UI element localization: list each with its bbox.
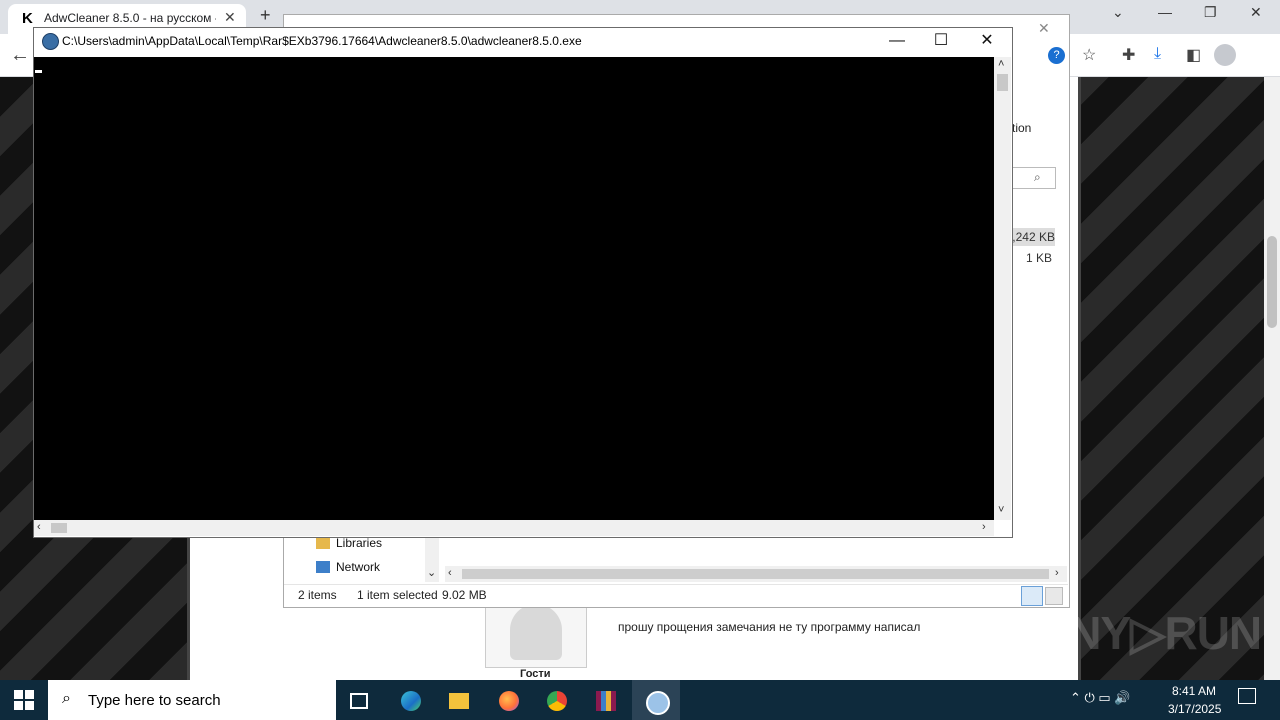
avatar-silhouette-icon: [510, 604, 562, 660]
chevron-down-icon[interactable]: ⌄: [427, 566, 436, 579]
chrome-icon[interactable]: [535, 684, 579, 718]
back-arrow-icon[interactable]: ←: [10, 44, 30, 67]
download-icon[interactable]: ⤓: [1154, 45, 1161, 63]
details-view-icon[interactable]: [1021, 586, 1043, 606]
status-size: 9.02 MB: [442, 588, 487, 602]
extensions-icon[interactable]: ✚: [1122, 45, 1135, 65]
network-icon: [316, 561, 330, 573]
system-tray-icons[interactable]: ⌃ ⏻ ▭ 🔊: [1070, 690, 1130, 706]
comment-text: прошу прощения замечания не ту программу…: [618, 620, 921, 634]
large-icons-view-icon[interactable]: [1045, 587, 1063, 605]
nav-item-label: Network: [336, 560, 381, 574]
scroll-right-icon[interactable]: ›: [982, 521, 986, 533]
console-output-area[interactable]: [34, 57, 994, 520]
scrollbar-thumb[interactable]: [51, 523, 67, 533]
winrar-icon[interactable]: [584, 684, 628, 718]
scrollbar-thumb[interactable]: [462, 569, 1049, 579]
search-icon: ⌕: [62, 690, 71, 707]
adwcleaner-icon[interactable]: [634, 684, 678, 718]
profile-icon[interactable]: [1214, 44, 1236, 66]
scroll-right-icon[interactable]: ›: [1055, 567, 1059, 579]
scroll-down-icon[interactable]: ˅: [998, 504, 1004, 516]
anyrun-watermark: ANY▷RUN: [1036, 607, 1262, 659]
scroll-up-icon[interactable]: ˄: [998, 58, 1004, 70]
notification-icon[interactable]: [1238, 688, 1256, 704]
console-close-button[interactable]: ✕: [964, 29, 1010, 53]
firefox-icon[interactable]: [487, 684, 531, 718]
clock-time[interactable]: 8:41 AM: [1172, 684, 1216, 698]
new-tab-button[interactable]: +: [260, 5, 271, 26]
scroll-left-icon[interactable]: ‹: [37, 521, 41, 533]
console-vertical-scrollbar[interactable]: ˄ ˅: [994, 57, 1011, 520]
browser-minimize-button[interactable]: —: [1158, 4, 1172, 20]
adwcleaner-app-icon: [42, 33, 59, 50]
edge-icon[interactable]: [389, 684, 433, 718]
file-explorer-icon[interactable]: [437, 684, 481, 718]
browser-restore-button[interactable]: ❐: [1204, 4, 1217, 21]
clock-date[interactable]: 3/17/2025: [1168, 702, 1221, 716]
file-size-cell: ,242 KB: [1010, 228, 1055, 246]
page-scrollbar[interactable]: [1264, 77, 1280, 680]
tab-title: AdwCleaner 8.5.0 - на русском -: [44, 11, 216, 25]
site-favicon-icon: K: [22, 10, 33, 27]
page-scrollbar-thumb[interactable]: [1267, 236, 1277, 328]
nav-item-network[interactable]: Network: [316, 560, 380, 574]
console-maximize-button[interactable]: ☐: [918, 29, 964, 53]
browser-close-button[interactable]: ✕: [1250, 4, 1262, 21]
tab-close-icon[interactable]: ✕: [224, 9, 236, 26]
console-horizontal-scrollbar[interactable]: ‹ ›: [34, 520, 994, 536]
file-size-cell: 1 KB: [1025, 251, 1052, 265]
status-item-count: 2 items: [298, 588, 337, 602]
explorer-close-icon[interactable]: ✕: [1038, 20, 1050, 37]
tab-search-chevron-icon[interactable]: ⌄: [1112, 4, 1124, 21]
help-icon[interactable]: ?: [1048, 47, 1065, 64]
libraries-icon: [316, 537, 330, 549]
task-view-icon[interactable]: [338, 684, 382, 718]
avatar-caption: Гости: [520, 668, 551, 680]
scrollbar-thumb[interactable]: [997, 74, 1008, 91]
ribbon-tab-label[interactable]: tion: [1012, 121, 1031, 135]
search-icon: ⌕: [1034, 170, 1041, 184]
console-minimize-button[interactable]: —: [874, 29, 920, 53]
nav-item-libraries[interactable]: Libraries: [316, 536, 382, 550]
explorer-search-input[interactable]: [1010, 167, 1056, 189]
star-icon[interactable]: ☆: [1082, 45, 1096, 65]
text-cursor: [35, 70, 42, 73]
status-selection: 1 item selected: [357, 588, 438, 602]
scroll-left-icon[interactable]: ‹: [448, 567, 452, 579]
taskbar-search-placeholder: Type here to search: [88, 692, 221, 709]
console-title: C:\Users\admin\AppData\Local\Temp\Rar$EX…: [62, 34, 582, 48]
sidebar-icon[interactable]: ◧: [1186, 45, 1201, 65]
windows-start-icon[interactable]: [14, 690, 34, 710]
nav-item-label: Libraries: [336, 536, 383, 550]
